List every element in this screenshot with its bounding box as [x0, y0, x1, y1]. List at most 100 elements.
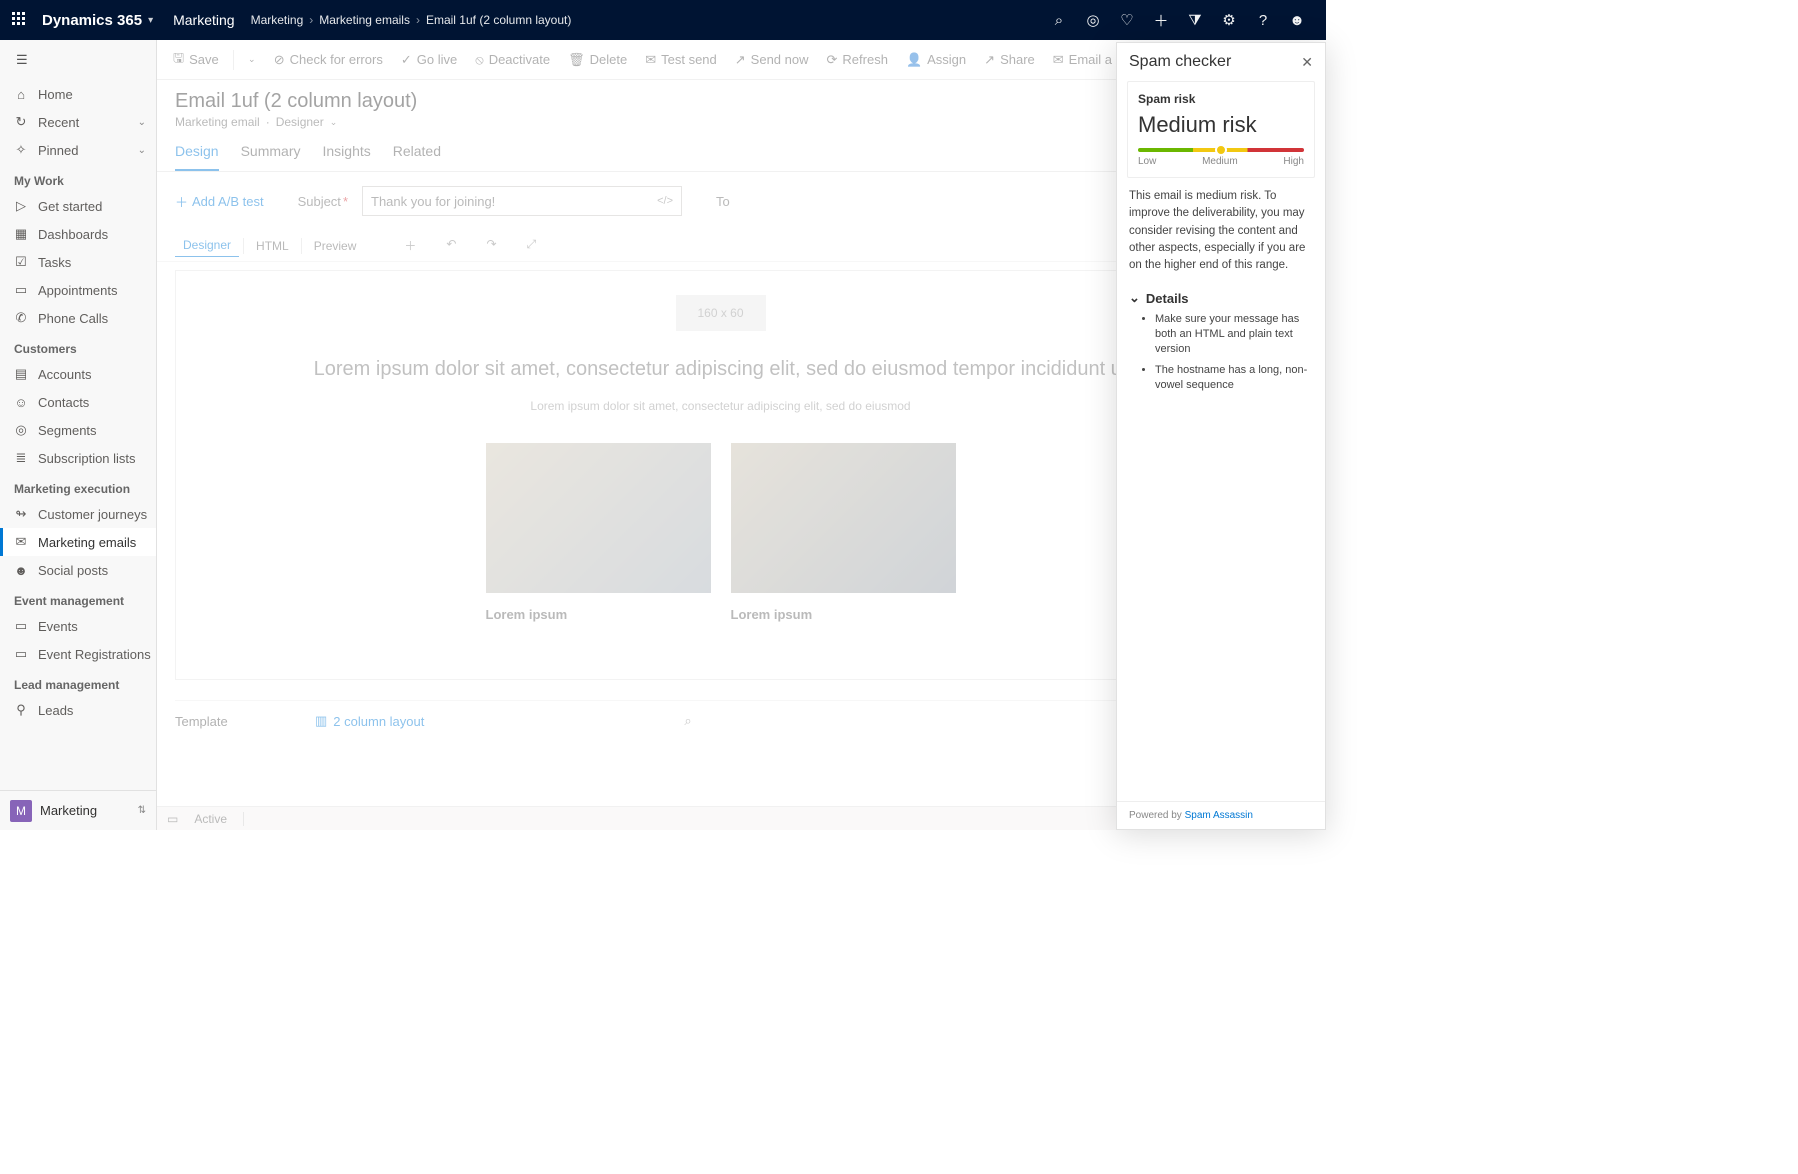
refresh-button[interactable]: ⟳ Refresh — [821, 46, 894, 74]
help-icon[interactable]: ? — [1246, 12, 1280, 29]
save-button[interactable]: 🖫Save — [167, 46, 225, 74]
chevron-down-icon[interactable]: ⌄ — [330, 117, 338, 128]
cmd-label: Refresh — [842, 52, 888, 67]
sidebar-item-home[interactable]: ⌂Home — [0, 80, 156, 108]
share-button[interactable]: ↗Share — [978, 46, 1041, 74]
user-icon[interactable]: ☻ — [1280, 12, 1314, 29]
app-launcher-icon[interactable] — [12, 12, 28, 28]
spam-details-header[interactable]: ⌄Details — [1129, 290, 1313, 306]
column-caption[interactable]: Lorem ipsum — [731, 607, 956, 622]
save-split-chevron[interactable]: ⌄ — [242, 54, 262, 65]
sidebar-item-customerjourneys[interactable]: ↬Customer journeys — [0, 500, 156, 528]
sidebar-item-appointments[interactable]: ▭Appointments — [0, 276, 156, 304]
share-icon: ↗ — [984, 52, 995, 68]
hamburger-icon[interactable]: ☰ — [0, 40, 156, 80]
breadcrumb-item[interactable]: Marketing — [251, 13, 304, 27]
refresh-icon: ⟳ — [827, 52, 838, 68]
chevron-down-icon[interactable]: ▾ — [148, 15, 153, 26]
search-icon[interactable]: ⌕ — [684, 713, 691, 729]
editor-tab-html[interactable]: HTML — [248, 235, 297, 257]
tab-design[interactable]: Design — [175, 143, 219, 171]
sidebar-item-accounts[interactable]: ▤Accounts — [0, 360, 156, 388]
search-icon[interactable]: ⌕ — [1042, 12, 1076, 29]
global-header: Dynamics 365 ▾ Marketing Marketing› Mark… — [0, 0, 1326, 40]
check-errors-button[interactable]: ⊘Check for errors — [268, 46, 389, 74]
status-value: Active — [194, 812, 227, 826]
spam-description: This email is medium risk. To improve th… — [1117, 188, 1325, 284]
template-label: Template — [175, 714, 315, 729]
sidebar-item-socialposts[interactable]: ☻Social posts — [0, 556, 156, 584]
editor-tab-preview[interactable]: Preview — [306, 235, 365, 257]
subject-input[interactable]: Thank you for joining! </> — [362, 186, 682, 216]
sidebar-item-marketingemails[interactable]: ✉Marketing emails — [0, 528, 156, 556]
sidebar-item-label: Events — [38, 619, 78, 634]
sidebar-item-getstarted[interactable]: ▷Get started — [0, 192, 156, 220]
image-placeholder[interactable] — [731, 443, 956, 593]
mail-icon: ✉ — [1053, 52, 1064, 68]
undo-icon[interactable]: ↶ — [446, 237, 456, 254]
calendar-icon: ▭ — [14, 282, 28, 298]
sidebar-item-events[interactable]: ▭Events — [0, 612, 156, 640]
canvas-column-2[interactable]: Lorem ipsum — [731, 443, 956, 622]
add-element-icon[interactable]: ＋ — [404, 237, 416, 254]
sidebar-item-leads[interactable]: ⚲Leads — [0, 696, 156, 724]
gear-icon[interactable]: ⚙ — [1212, 11, 1246, 29]
template-value[interactable]: ▥2 column layout — [315, 713, 424, 729]
sidebar-item-contacts[interactable]: ☺Contacts — [0, 388, 156, 416]
spam-powered-link[interactable]: Spam Assassin — [1185, 810, 1253, 821]
delete-button[interactable]: 🗑Delete — [562, 46, 633, 74]
task-icon[interactable]: ◎ — [1076, 11, 1110, 29]
template-icon: ▥ — [315, 713, 327, 729]
assign-button[interactable]: 👤Assign — [900, 46, 972, 74]
image-placeholder[interactable] — [486, 443, 711, 593]
breadcrumb-item[interactable]: Email 1uf (2 column layout) — [426, 13, 571, 27]
sidebar-item-tasks[interactable]: ☑Tasks — [0, 248, 156, 276]
lightbulb-icon[interactable]: ♡ — [1110, 11, 1144, 29]
to-label: To — [716, 194, 730, 209]
tab-related[interactable]: Related — [393, 143, 441, 171]
breadcrumb-item[interactable]: Marketing emails — [319, 13, 410, 27]
sidebar-item-label: Recent — [38, 115, 79, 130]
close-icon[interactable]: ✕ — [1301, 54, 1313, 71]
editor-tab-designer[interactable]: Designer — [175, 234, 239, 257]
sidebar-item-recent[interactable]: ↻Recent⌄ — [0, 108, 156, 136]
sidebar-group-customers: Customers — [0, 332, 156, 360]
logo-placeholder[interactable]: 160 x 60 — [676, 295, 766, 331]
tab-insights[interactable]: Insights — [323, 143, 371, 171]
sidebar-area-switcher[interactable]: M Marketing ⇅ — [0, 790, 156, 830]
sidebar-item-eventregistrations[interactable]: ▭Event Registrations — [0, 640, 156, 668]
sidebar-item-phonecalls[interactable]: ✆Phone Calls — [0, 304, 156, 332]
canvas-subtext[interactable]: Lorem ipsum dolor sit amet, consectetur … — [216, 399, 1225, 413]
form-selector[interactable]: Designer — [276, 115, 324, 129]
check-icon: ⊘ — [274, 52, 285, 68]
tab-summary[interactable]: Summary — [241, 143, 301, 171]
module-label[interactable]: Marketing — [173, 12, 234, 28]
add-icon[interactable]: ＋ — [1144, 10, 1178, 31]
expand-icon[interactable]: ⤢ — [527, 237, 537, 254]
grid-icon: ▦ — [14, 226, 28, 242]
column-caption[interactable]: Lorem ipsum — [486, 607, 711, 622]
sidebar-item-subscriptionlists[interactable]: ≣Subscription lists — [0, 444, 156, 472]
cmd-label: Send now — [751, 52, 809, 67]
sidebar-item-label: Subscription lists — [38, 451, 136, 466]
add-ab-test-button[interactable]: ＋Add A/B test — [175, 192, 264, 211]
sidebar-item-segments[interactable]: ◎Segments — [0, 416, 156, 444]
test-send-button[interactable]: ✉Test send — [639, 46, 723, 74]
sidebar-item-pinned[interactable]: ✧Pinned⌄ — [0, 136, 156, 164]
send-now-button[interactable]: ↗Send now — [729, 46, 815, 74]
code-icon[interactable]: </> — [657, 195, 673, 207]
deactivate-button[interactable]: ⦸Deactivate — [469, 46, 556, 74]
brand-label[interactable]: Dynamics 365 — [42, 12, 142, 29]
redo-icon[interactable]: ↷ — [486, 237, 496, 254]
canvas-heading[interactable]: Lorem ipsum dolor sit amet, consectetur … — [216, 355, 1225, 383]
email-canvas[interactable]: 160 x 60 Lorem ipsum dolor sit amet, con… — [175, 270, 1266, 680]
spam-risk-card: Spam risk Medium risk Low Medium High — [1127, 81, 1315, 178]
go-live-button[interactable]: ✓Go live — [395, 46, 463, 74]
cmd-label: Assign — [927, 52, 966, 67]
cmd-label: Save — [189, 52, 219, 67]
filter-icon[interactable]: ⧩ — [1178, 12, 1212, 29]
canvas-column-1[interactable]: Lorem ipsum — [486, 443, 711, 622]
sidebar-item-dashboards[interactable]: ▦Dashboards — [0, 220, 156, 248]
meter-high-label: High — [1283, 156, 1304, 167]
sidebar-group-marketingexecution: Marketing execution — [0, 472, 156, 500]
